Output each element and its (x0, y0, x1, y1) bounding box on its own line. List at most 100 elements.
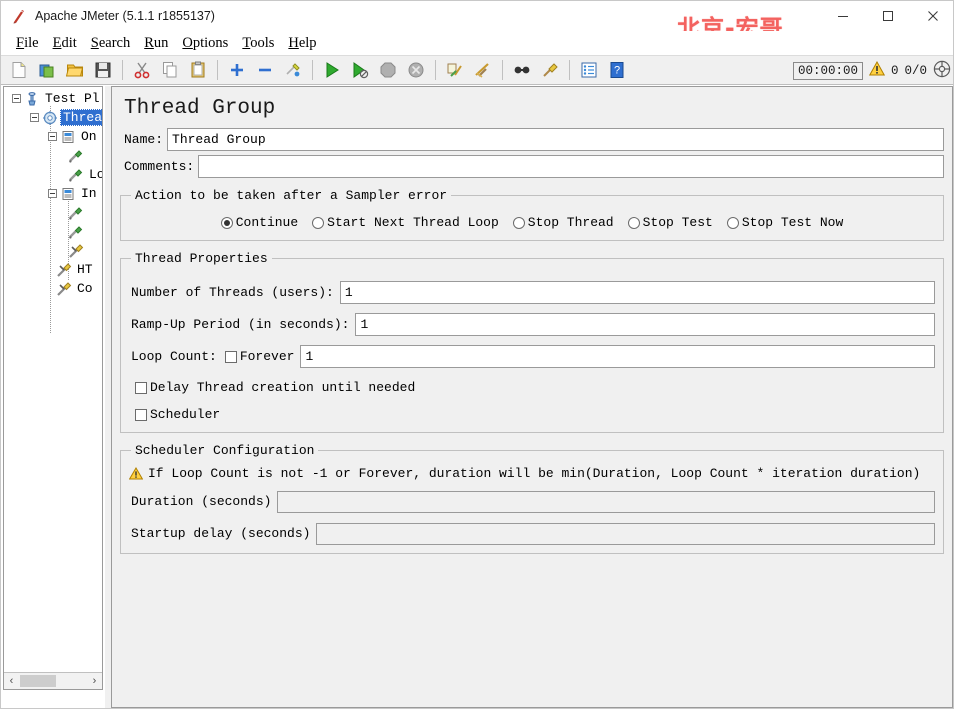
warning-count: 0 (890, 64, 899, 78)
open-icon[interactable] (62, 57, 88, 83)
delay-thread-checkbox-icon[interactable] (135, 381, 147, 394)
tree-node-test-plan[interactable]: Test Pl (6, 89, 102, 108)
menu-edit[interactable]: Edit (46, 34, 84, 53)
duration-input[interactable] (277, 490, 935, 513)
thread-properties-legend: Thread Properties (135, 251, 268, 266)
help-icon[interactable]: ? (604, 57, 630, 83)
svg-text:?: ? (614, 65, 620, 77)
start-icon[interactable] (319, 57, 345, 83)
radio-stop-test-now-label: Stop Test Now (741, 215, 844, 230)
delay-thread-checkbox[interactable]: Delay Thread creation until needed (135, 380, 935, 395)
minimize-button[interactable] (820, 1, 865, 31)
copy-icon[interactable] (157, 57, 183, 83)
scheduler-configuration-legend: Scheduler Configuration (135, 443, 315, 458)
num-threads-row: Number of Threads (users): 1 (129, 281, 935, 304)
http-sampler-icon (68, 148, 84, 164)
scheduler-checkbox-icon[interactable] (135, 408, 147, 421)
test-plan-tree[interactable]: Test Pl Threa On L In HT Co ‹ › (3, 86, 103, 690)
radio-stop-test-now-icon[interactable] (726, 216, 739, 229)
radio-stop-thread-icon[interactable] (512, 216, 525, 229)
expander-icon[interactable] (12, 94, 21, 103)
templates-icon[interactable] (34, 57, 60, 83)
jmeter-window: Apache JMeter (5.1.1 r1855137) 北京-宏哥 Fil… (0, 0, 954, 709)
startup-delay-input[interactable] (316, 522, 935, 545)
rampup-input[interactable]: 1 (355, 313, 935, 336)
toolbar-separator-2 (217, 60, 218, 80)
tree-node-once-only[interactable]: On (6, 127, 102, 146)
reset-counters-icon[interactable] (933, 60, 951, 83)
comments-input[interactable] (198, 155, 944, 178)
tree-node-sampler-4[interactable] (6, 222, 102, 241)
clear-icon[interactable] (442, 57, 468, 83)
tree-horizontal-scrollbar[interactable]: ‹ › (4, 672, 102, 689)
save-icon[interactable] (90, 57, 116, 83)
radio-stop-thread[interactable]: Stop Thread (512, 215, 614, 230)
tree-inner: Test Pl Threa On L In HT Co (4, 87, 102, 334)
radio-stop-test-icon[interactable] (627, 216, 640, 229)
search-reset-icon[interactable] (537, 57, 563, 83)
function-helper-icon[interactable] (576, 57, 602, 83)
clear-all-icon[interactable] (470, 57, 496, 83)
scroll-right-arrow[interactable]: › (87, 674, 102, 689)
menu-run[interactable]: Run (137, 34, 175, 53)
close-button[interactable] (910, 1, 953, 31)
tree-label-thread-group: Threa (60, 109, 102, 126)
maximize-button[interactable] (865, 1, 910, 31)
new-icon[interactable] (6, 57, 32, 83)
collapse-all-icon[interactable] (252, 57, 278, 83)
rampup-row: Ramp-Up Period (in seconds): 1 (129, 313, 935, 336)
scheduler-checkbox[interactable]: Scheduler (135, 407, 935, 422)
start-no-pauses-icon[interactable] (347, 57, 373, 83)
cut-icon[interactable] (129, 57, 155, 83)
expander-icon[interactable] (48, 132, 57, 141)
delay-thread-row: Delay Thread creation until needed (129, 380, 935, 395)
tree-node-thread-group[interactable]: Threa (6, 108, 102, 127)
tree-node-listener-1[interactable] (6, 241, 102, 260)
shutdown-icon[interactable] (403, 57, 429, 83)
tree-label-test-plan: Test Pl (45, 91, 100, 106)
http-sampler-icon (68, 167, 84, 183)
scheduler-configuration-group: Scheduler Configuration If Loop Count is… (120, 443, 944, 554)
scroll-left-arrow[interactable]: ‹ (4, 674, 19, 689)
tree-node-sampler-1[interactable] (6, 146, 102, 165)
loop-count-input[interactable]: 1 (300, 345, 935, 368)
toolbar: ? 00:00:00 0 0/0 (1, 55, 953, 85)
radio-stop-test-label: Stop Test (642, 215, 713, 230)
forever-checkbox-icon[interactable] (224, 350, 237, 363)
name-row: Name: Thread Group (120, 128, 944, 151)
radio-continue-icon[interactable] (220, 216, 233, 229)
toggle-icon[interactable] (280, 57, 306, 83)
radio-stop-test[interactable]: Stop Test (627, 215, 713, 230)
tree-node-sampler-login[interactable]: Lo (6, 165, 102, 184)
radio-start-next-thread-loop[interactable]: Start Next Thread Loop (312, 215, 499, 230)
startup-delay-label: Startup delay (seconds) (131, 526, 311, 541)
radio-continue[interactable]: Continue (220, 215, 298, 230)
forever-checkbox[interactable]: Forever (224, 349, 294, 364)
warning-triangle-icon[interactable] (868, 60, 886, 81)
num-threads-input[interactable]: 1 (339, 281, 935, 304)
stop-icon[interactable] (375, 57, 401, 83)
menu-options[interactable]: Options (175, 34, 235, 53)
toolbar-separator-4 (435, 60, 436, 80)
jmeter-feather-icon (9, 6, 29, 26)
radio-start-next-thread-loop-icon[interactable] (312, 216, 325, 229)
expander-icon[interactable] (30, 113, 39, 122)
expander-icon[interactable] (48, 189, 57, 198)
scroll-thumb[interactable] (20, 675, 56, 687)
name-input[interactable]: Thread Group (167, 128, 944, 151)
search-icon[interactable] (509, 57, 535, 83)
expand-all-icon[interactable] (224, 57, 250, 83)
tree-node-cookie[interactable]: Co (6, 279, 102, 298)
menu-tools[interactable]: Tools (235, 34, 281, 53)
paste-icon[interactable] (185, 57, 211, 83)
menu-help[interactable]: Help (281, 34, 323, 53)
tree-node-interleave[interactable]: In (6, 184, 102, 203)
tree-label-http: HT (77, 262, 93, 277)
thread-properties-group: Thread Properties Number of Threads (use… (120, 251, 944, 433)
tree-node-sampler-3[interactable] (6, 203, 102, 222)
menu-file[interactable]: File (9, 34, 46, 53)
radio-stop-test-now[interactable]: Stop Test Now (726, 215, 844, 230)
scheduler-row: Scheduler (129, 407, 935, 422)
tree-node-http[interactable]: HT (6, 260, 102, 279)
menu-search[interactable]: Search (84, 34, 137, 53)
